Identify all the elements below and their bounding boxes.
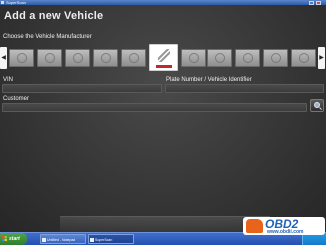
superscan-icon (90, 238, 94, 242)
manufacturer-logo-icon (101, 53, 111, 63)
manufacturer-logo-icon (17, 53, 27, 63)
taskbar-item-notepad[interactable]: Untitled - Notepad (40, 234, 86, 244)
manufacturer-logo-tile[interactable] (263, 49, 288, 67)
manufacturer-logo-icon (45, 53, 55, 63)
manufacturer-logo-icon (215, 53, 225, 63)
manufacturer-logo-tile[interactable] (291, 49, 316, 67)
manufacturer-logo-tile[interactable] (93, 49, 118, 67)
carousel-prev-button[interactable]: ◀ (0, 47, 7, 69)
manufacturer-logo-tile[interactable] (181, 49, 206, 67)
taskbar-item-label: SuperScan (95, 238, 113, 242)
manufacturer-carousel: ◀ ▶ (0, 43, 326, 73)
carousel-next-button[interactable]: ▶ (318, 47, 325, 69)
manufacturer-logo-tile[interactable] (9, 49, 34, 67)
search-icon-handle (319, 107, 322, 110)
manufacturer-logo-icon (271, 53, 281, 63)
customer-search-button[interactable] (310, 99, 324, 112)
manufacturer-logo-icon (189, 53, 199, 63)
manufacturer-logo-icon (243, 53, 253, 63)
customer-field[interactable] (2, 103, 307, 112)
customer-label: Customer (3, 96, 30, 102)
manufacturer-logo-tile[interactable] (235, 49, 260, 67)
close-button[interactable] (316, 0, 321, 5)
start-label: start (9, 236, 20, 242)
manufacturer-logo-icon (73, 53, 83, 63)
windows-logo-icon (2, 236, 7, 241)
manufacturer-logo-icon (299, 53, 309, 63)
manufacturer-logo-tile[interactable] (65, 49, 90, 67)
manufacturer-logo-tile-selected[interactable] (149, 44, 178, 71)
manufacturer-logo-tile[interactable] (121, 49, 146, 67)
vin-field[interactable] (2, 84, 162, 93)
main-panel: Add a new Vehicle Choose the Vehicle Man… (0, 5, 326, 234)
manufacturer-logo-tile[interactable] (37, 49, 62, 67)
plate-label: Plate Number / Vehicle Identifier (166, 77, 252, 83)
car-logo-icon (246, 219, 263, 233)
minimize-button[interactable] (309, 0, 314, 5)
manufacturer-section-label: Choose the Vehicle Manufacturer (3, 34, 92, 40)
taskbar-item-superscan[interactable]: SuperScan (88, 234, 134, 244)
manufacturer-logo-icon (129, 53, 139, 63)
selected-logo-underline (156, 65, 172, 68)
watermark-url: www.obdii.com (267, 229, 304, 235)
manufacturer-logo-tile[interactable] (207, 49, 232, 67)
plate-field[interactable] (165, 84, 324, 93)
start-button[interactable]: start (0, 233, 27, 245)
notepad-icon (42, 238, 46, 242)
taskbar-item-label: Untitled - Notepad (47, 238, 76, 242)
citroen-logo-icon (158, 49, 170, 62)
app-icon (1, 1, 4, 4)
obd2-watermark-logo: OBD2 www.obdii.com (243, 217, 325, 235)
page-title: Add a new Vehicle (4, 10, 104, 22)
vin-label: VIN (3, 77, 14, 83)
